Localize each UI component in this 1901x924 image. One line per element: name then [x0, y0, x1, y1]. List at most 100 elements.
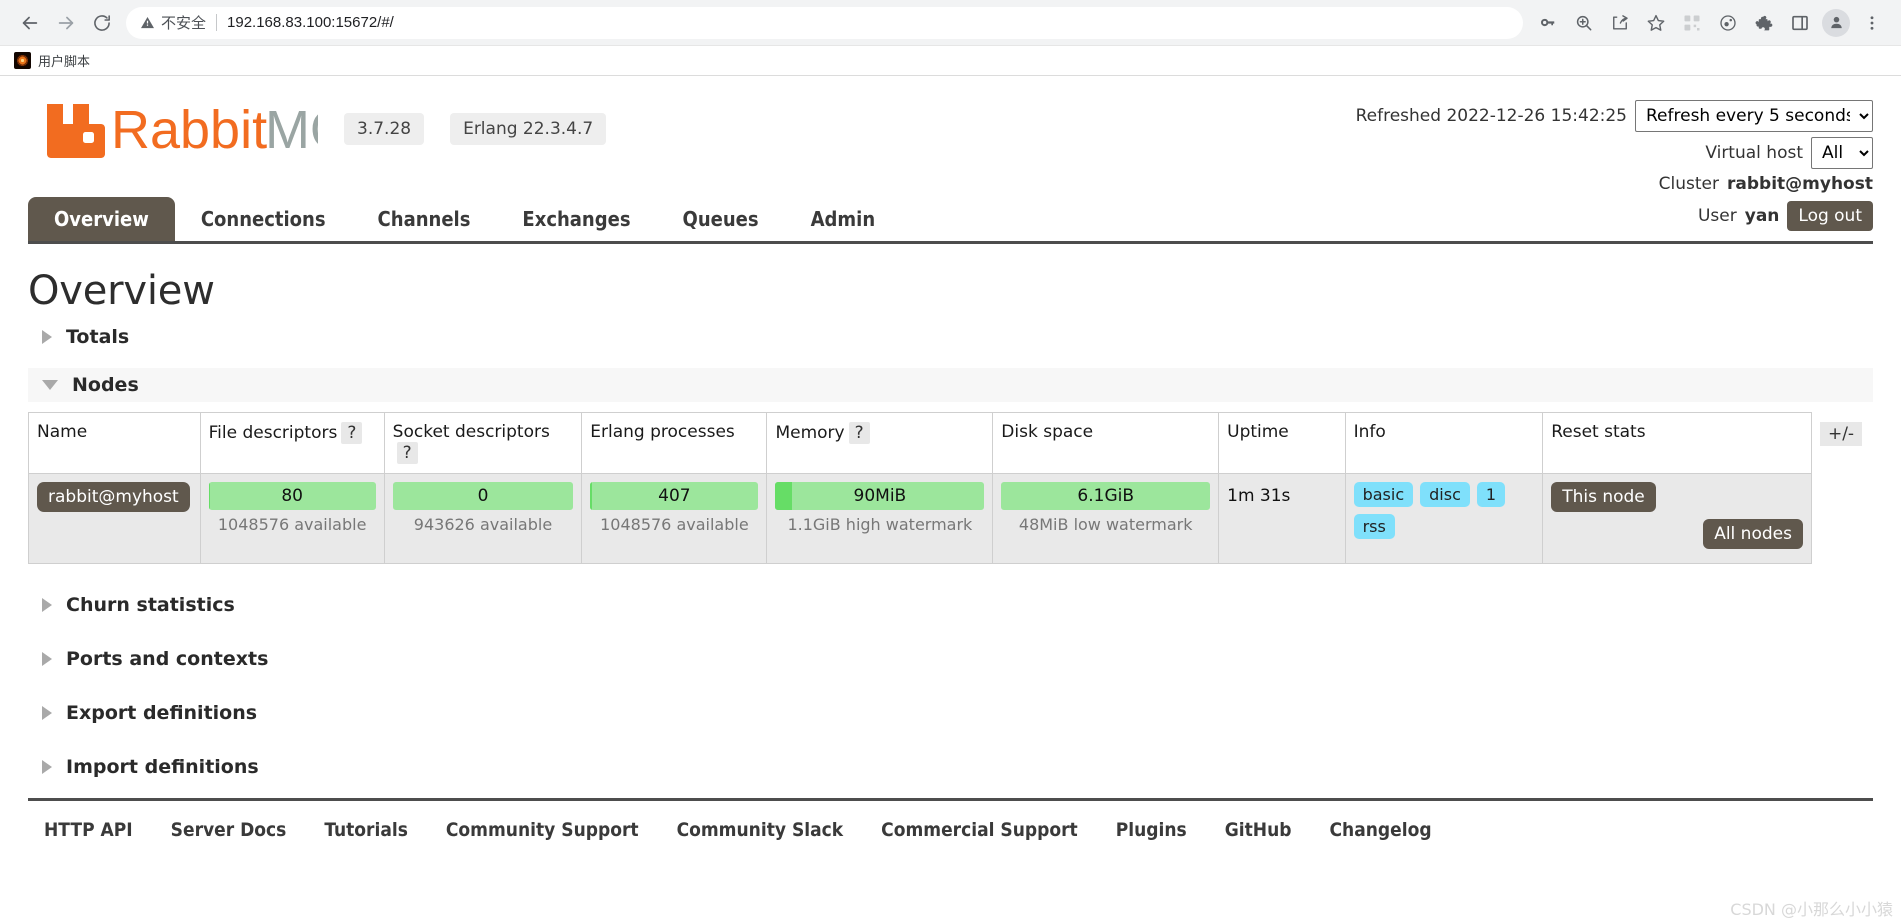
reload-icon[interactable]: [84, 5, 120, 41]
col-disk-space[interactable]: Disk space: [992, 412, 1220, 474]
reset-all-nodes-button[interactable]: All nodes: [1703, 519, 1803, 549]
col-disk-space-label: Disk space: [1001, 422, 1094, 442]
footer-link-tutorials[interactable]: Tutorials: [324, 819, 408, 841]
chevron-right-icon: [42, 598, 52, 612]
password-key-icon[interactable]: [1531, 6, 1565, 40]
vhost-row: Virtual host All: [1356, 137, 1873, 169]
svg-text:Rabbit: Rabbit: [111, 100, 267, 160]
meter-fill: [775, 482, 793, 510]
footer-link-community-support[interactable]: Community Support: [446, 819, 639, 841]
file-descriptors-meter: 80: [208, 482, 376, 510]
footer-link-changelog[interactable]: Changelog: [1330, 819, 1432, 841]
col-erlang-processes-label: Erlang processes: [590, 422, 735, 442]
col-erlang-processes[interactable]: Erlang processes: [581, 412, 768, 474]
refresh-interval-select[interactable]: Refresh every 5 seconds: [1635, 100, 1873, 132]
col-file-descriptors[interactable]: File descriptors?: [199, 412, 385, 474]
cell-file-descriptors: 80 1048576 available: [199, 473, 385, 564]
memory-meter: 90MiB: [775, 482, 985, 510]
tab-queues[interactable]: Queues: [657, 197, 785, 241]
forward-arrow-icon[interactable]: [48, 5, 84, 41]
section-import-definitions[interactable]: Import definitions: [28, 750, 1873, 784]
back-arrow-icon[interactable]: [12, 5, 48, 41]
footer-link-http-api[interactable]: HTTP API: [44, 819, 133, 841]
help-icon[interactable]: ?: [396, 442, 418, 464]
footer-link-commercial-support[interactable]: Commercial Support: [881, 819, 1078, 841]
refresh-row: Refreshed 2022-12-26 15:42:25 Refresh ev…: [1356, 100, 1873, 132]
qr-code-icon[interactable]: [1675, 6, 1709, 40]
node-name-chip[interactable]: rabbit@myhost: [37, 482, 190, 512]
bookmark-item[interactable]: 用户脚本: [8, 49, 96, 72]
col-file-descriptors-label: File descriptors: [208, 423, 338, 443]
user-name: yan: [1744, 206, 1780, 226]
security-indicator[interactable]: 不安全: [140, 12, 206, 33]
security-label: 不安全: [161, 15, 207, 32]
reset-this-node-button[interactable]: This node: [1551, 482, 1656, 512]
section-nodes[interactable]: Nodes: [28, 368, 1873, 402]
tab-overview[interactable]: Overview: [28, 197, 175, 241]
section-export-definitions-label: Export definitions: [66, 702, 258, 724]
footer-link-community-slack[interactable]: Community Slack: [677, 819, 844, 841]
col-uptime[interactable]: Uptime: [1218, 412, 1346, 474]
table-header-row: Name File descriptors? Socket descriptor…: [28, 412, 1873, 474]
logout-button[interactable]: Log out: [1787, 201, 1873, 231]
three-dot-menu-icon[interactable]: [1855, 6, 1889, 40]
col-name-label: Name: [37, 422, 88, 442]
rabbitmq-logo-icon: Rabbit MQ: [47, 100, 318, 160]
section-churn-statistics[interactable]: Churn statistics: [28, 588, 1873, 622]
col-socket-descriptors[interactable]: Socket descriptors?: [383, 412, 583, 474]
tab-exchanges[interactable]: Exchanges: [496, 197, 656, 241]
footer-link-github[interactable]: GitHub: [1225, 819, 1292, 841]
col-info-label: Info: [1353, 422, 1386, 442]
media-hub-icon[interactable]: [1711, 6, 1745, 40]
tab-admin[interactable]: Admin: [785, 197, 902, 241]
info-tag-basic[interactable]: basic: [1353, 482, 1414, 507]
profile-avatar-icon[interactable]: [1819, 6, 1853, 40]
cluster-name: rabbit@myhost: [1727, 174, 1873, 194]
browser-toolbar: 不安全 192.168.83.100:15672/#/: [0, 0, 1901, 46]
page-title: Overview: [28, 268, 215, 314]
bookmark-star-icon[interactable]: [1639, 6, 1673, 40]
footer-link-server-docs[interactable]: Server Docs: [171, 819, 287, 841]
cell-plusminus: [1811, 474, 1872, 564]
side-panel-icon[interactable]: [1783, 6, 1817, 40]
section-ports-and-contexts[interactable]: Ports and contexts: [28, 642, 1873, 676]
section-import-definitions-label: Import definitions: [66, 756, 259, 778]
meter-fill: [208, 482, 211, 510]
footer-link-plugins[interactable]: Plugins: [1116, 819, 1187, 841]
tab-channels[interactable]: Channels: [352, 197, 497, 241]
omnibox-divider: [216, 14, 218, 31]
footer-links: HTTP API Server Docs Tutorials Community…: [28, 798, 1873, 841]
bookmark-favicon-icon: [14, 52, 31, 69]
bookmark-label: 用户脚本: [38, 54, 91, 69]
col-name[interactable]: Name: [28, 412, 201, 474]
extensions-puzzle-icon[interactable]: [1747, 6, 1781, 40]
watermark: CSDN @小那么小小猿: [1730, 900, 1893, 919]
col-info[interactable]: Info: [1344, 412, 1544, 474]
address-bar[interactable]: 不安全 192.168.83.100:15672/#/: [126, 6, 1523, 39]
bookmarks-bar: 用户脚本: [0, 46, 1901, 76]
section-export-definitions[interactable]: Export definitions: [28, 696, 1873, 730]
col-memory-label: Memory: [775, 423, 845, 443]
version-badge: 3.7.28: [344, 113, 425, 145]
info-tag-disc[interactable]: disc: [1420, 482, 1470, 507]
rabbitmq-logo[interactable]: Rabbit MQ: [43, 98, 318, 160]
col-plusminus: +/-: [1811, 413, 1872, 474]
col-reset-stats[interactable]: Reset stats: [1542, 412, 1812, 474]
zoom-icon[interactable]: [1567, 6, 1601, 40]
memory-sub: 1.1GiB high watermark: [787, 515, 973, 534]
share-icon[interactable]: [1603, 6, 1637, 40]
col-reset-stats-label: Reset stats: [1551, 422, 1646, 442]
file-descriptors-value: 80: [281, 486, 303, 506]
rabbitmq-header: Rabbit MQ 3.7.28 Erlang 22.3.4.7 Refresh…: [28, 76, 1873, 231]
section-totals[interactable]: Totals: [28, 320, 1873, 354]
info-tag-rss[interactable]: rss: [1353, 514, 1395, 539]
tab-connections[interactable]: Connections: [175, 197, 352, 241]
help-icon[interactable]: ?: [341, 422, 363, 444]
help-icon[interactable]: ?: [848, 422, 870, 444]
cell-info: basic disc 1 rss: [1344, 473, 1544, 564]
info-tag-count[interactable]: 1: [1476, 482, 1506, 507]
vhost-select[interactable]: All: [1811, 137, 1873, 169]
col-memory[interactable]: Memory?: [766, 412, 994, 474]
toggle-columns-button[interactable]: +/-: [1819, 421, 1863, 446]
